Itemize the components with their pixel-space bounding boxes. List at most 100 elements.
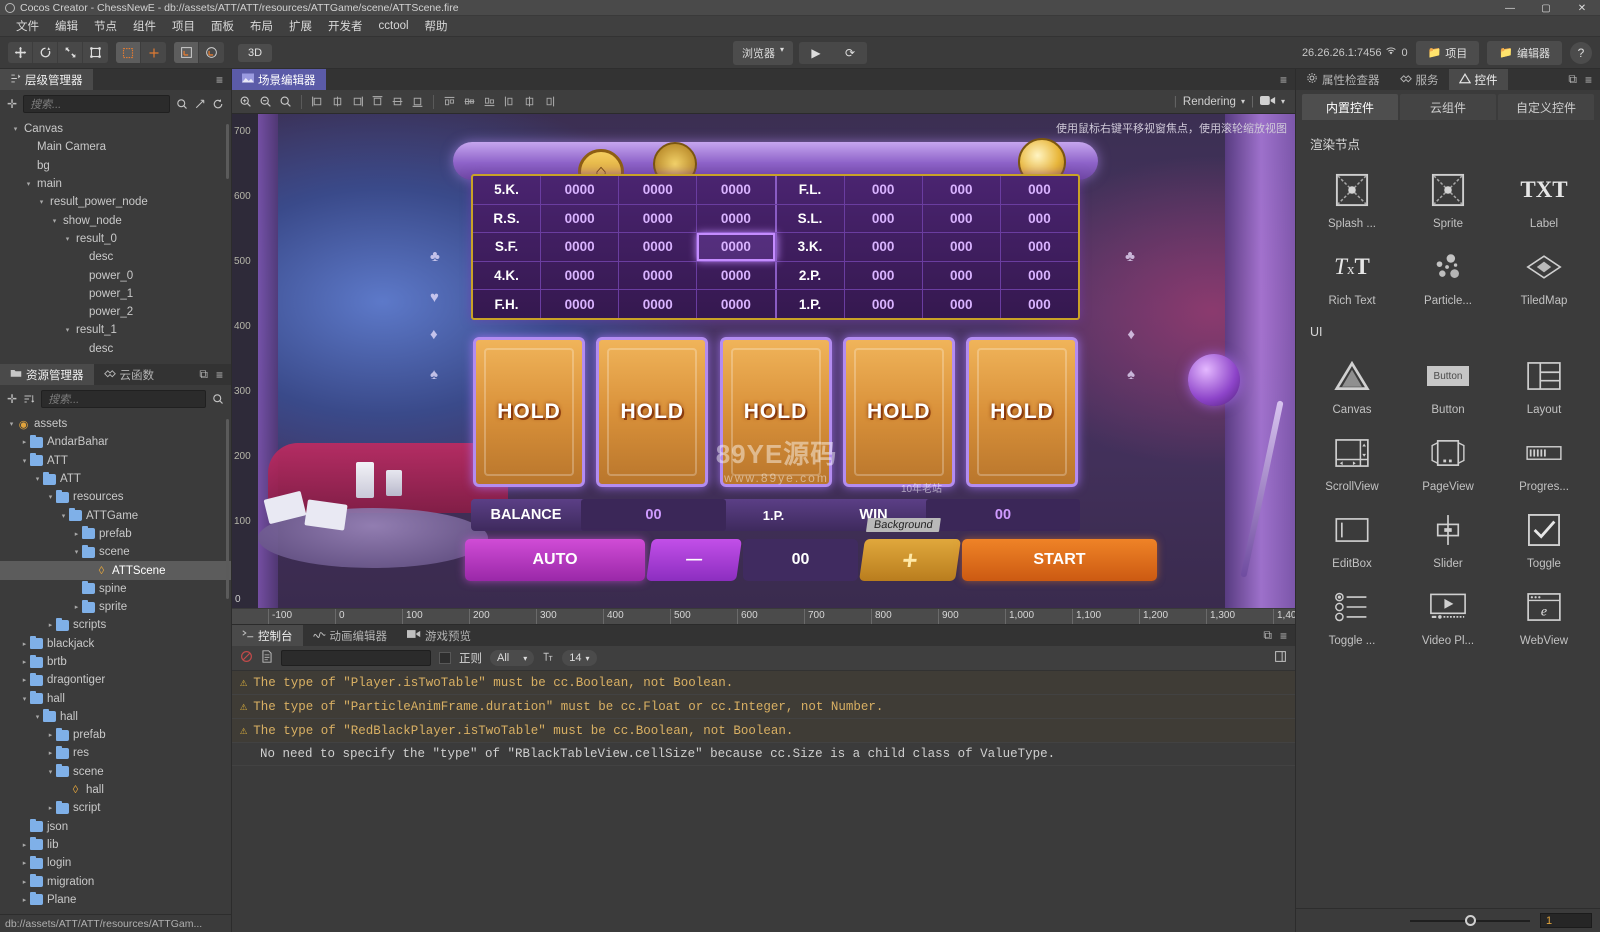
menu-item-8[interactable]: 开发者: [320, 18, 371, 34]
inspector-menu-icon[interactable]: ≡: [1585, 73, 1592, 87]
asset-node[interactable]: ▾◉assets: [0, 415, 231, 433]
align-left-icon[interactable]: [308, 92, 327, 111]
reel-hold-button[interactable]: HOLD: [843, 337, 955, 487]
menu-item-7[interactable]: 扩展: [281, 18, 320, 34]
asset-node[interactable]: ▸prefab: [0, 726, 231, 744]
assets-sync-icon[interactable]: ⧉: [199, 367, 208, 382]
widget-Particle...[interactable]: Particle...: [1400, 240, 1496, 311]
zoom-slider[interactable]: [1410, 915, 1530, 927]
reel-hold-button[interactable]: HOLD: [966, 337, 1078, 487]
auto-button[interactable]: AUTO: [465, 539, 645, 581]
asset-node[interactable]: ▸sprite: [0, 598, 231, 616]
console-menu-icon[interactable]: ≡: [1280, 629, 1287, 643]
chevron-down-icon[interactable]: ▾: [49, 217, 60, 225]
widget-Slider[interactable]: Slider: [1400, 503, 1496, 574]
tab-动画编辑器[interactable]: 动画编辑器: [303, 625, 398, 646]
tab-assets[interactable]: 资源管理器: [0, 364, 94, 385]
hierarchy-menu-icon[interactable]: ≡: [216, 73, 223, 87]
console-log-row[interactable]: No need to specify the "type" of "RBlack…: [232, 743, 1295, 766]
chevron-right-icon[interactable]: ▸: [19, 676, 30, 684]
rotate-tool-button[interactable]: [33, 42, 58, 63]
assets-scrollbar[interactable]: [226, 419, 229, 599]
help-button[interactable]: ?: [1570, 42, 1592, 64]
console-log-row[interactable]: ⚠The type of "Player.isTwoTable" must be…: [232, 671, 1295, 695]
menu-item-3[interactable]: 组件: [125, 18, 164, 34]
asset-node[interactable]: ▾resources: [0, 488, 231, 506]
asset-node[interactable]: ▸scripts: [0, 616, 231, 634]
widget-Toggle ...[interactable]: Toggle ...: [1304, 580, 1400, 651]
widget-Progres...[interactable]: Progres...: [1496, 426, 1592, 497]
menu-item-9[interactable]: cctool: [371, 20, 417, 32]
refresh-button[interactable]: ⟳: [833, 42, 867, 64]
tab-scene-editor[interactable]: 场景编辑器: [232, 69, 326, 90]
asset-node[interactable]: ▸blackjack: [0, 635, 231, 653]
bet-decrease-button[interactable]: —: [646, 539, 742, 581]
rendering-select[interactable]: Rendering ▾: [1183, 96, 1245, 108]
toggle-3d-button[interactable]: 3D: [238, 44, 272, 62]
widget-Video Pl...[interactable]: Video Pl...: [1400, 580, 1496, 651]
chevron-right-icon[interactable]: ▸: [19, 859, 30, 867]
asset-node[interactable]: ▾scene: [0, 543, 231, 561]
locate-icon[interactable]: [194, 98, 206, 110]
menu-item-1[interactable]: 编辑: [47, 18, 86, 34]
chevron-down-icon[interactable]: ▾: [71, 548, 82, 556]
chevron-right-icon[interactable]: ▸: [45, 731, 56, 739]
chevron-right-icon[interactable]: ▸: [19, 640, 30, 648]
scale-tool-button[interactable]: [58, 42, 83, 63]
widget-Layout[interactable]: Layout: [1496, 349, 1592, 420]
reel-hold-button[interactable]: HOLD: [720, 337, 832, 487]
asset-node[interactable]: ▾hall: [0, 708, 231, 726]
widget-WebView[interactable]: eWebView: [1496, 580, 1592, 651]
hierarchy-node[interactable]: ▾Canvas: [0, 120, 231, 138]
asset-node[interactable]: ▸res: [0, 744, 231, 762]
asset-node[interactable]: ▸prefab: [0, 525, 231, 543]
asset-node[interactable]: ▸script: [0, 799, 231, 817]
asset-node[interactable]: ▸json: [0, 818, 231, 836]
clear-console-icon[interactable]: [240, 650, 253, 666]
subtab-内置控件[interactable]: 内置控件: [1302, 94, 1398, 120]
widget-Splash ...[interactable]: Splash ...: [1304, 163, 1400, 234]
tab-控制台[interactable]: 控制台: [232, 625, 303, 646]
widget-TiledMap[interactable]: TiledMap: [1496, 240, 1592, 311]
maximize-button[interactable]: ▢: [1528, 0, 1564, 16]
chevron-right-icon[interactable]: ▸: [71, 603, 82, 611]
asset-node[interactable]: ▸login: [0, 854, 231, 872]
subtab-自定义控件[interactable]: 自定义控件: [1498, 94, 1594, 120]
hierarchy-search-input[interactable]: 搜索...: [23, 95, 170, 113]
global-coordinate-button[interactable]: [199, 42, 224, 63]
search-icon[interactable]: [176, 98, 188, 110]
align-right-icon[interactable]: [348, 92, 367, 111]
tab-属性检查器[interactable]: 属性检查器: [1296, 69, 1390, 90]
widget-PageView[interactable]: PageView: [1400, 426, 1496, 497]
start-button[interactable]: START: [962, 539, 1157, 581]
widget-Toggle[interactable]: Toggle: [1496, 503, 1592, 574]
hierarchy-tree[interactable]: ▾Canvas▸Main Camera▸bg▾main▾result_power…: [0, 118, 231, 364]
widget-Sprite[interactable]: Sprite: [1400, 163, 1496, 234]
hierarchy-node[interactable]: ▸desc: [0, 248, 231, 266]
play-button[interactable]: ▶: [799, 42, 833, 64]
hierarchy-node[interactable]: ▾main: [0, 175, 231, 193]
menu-item-2[interactable]: 节点: [86, 18, 125, 34]
chevron-down-icon[interactable]: ▾: [32, 713, 43, 721]
open-project-button[interactable]: 📁 项目: [1416, 41, 1480, 65]
tab-游戏预览[interactable]: 游戏预览: [397, 625, 481, 646]
move-tool-button[interactable]: [8, 42, 33, 63]
pivot-center-button[interactable]: [116, 42, 141, 63]
chevron-down-icon[interactable]: ▾: [23, 180, 34, 188]
chevron-down-icon[interactable]: ▾: [32, 475, 43, 483]
asset-node[interactable]: ▾hall: [0, 689, 231, 707]
game-scene-preview[interactable]: ♣ ♥ ♦ ♠ ♣ ♦ ♠ ⌂ ≡: [258, 114, 1295, 608]
subtab-云组件[interactable]: 云组件: [1400, 94, 1496, 120]
hierarchy-node[interactable]: ▸power_0: [0, 266, 231, 284]
console-log-row[interactable]: ⚠The type of "ParticleAnimFrame.duration…: [232, 695, 1295, 719]
scene-menu-icon[interactable]: ≡: [1280, 73, 1287, 87]
asset-node[interactable]: ▸dragontiger: [0, 671, 231, 689]
chevron-right-icon[interactable]: ▸: [45, 621, 56, 629]
chevron-down-icon[interactable]: ▾: [45, 493, 56, 501]
hierarchy-node[interactable]: ▾result_0: [0, 230, 231, 248]
search-icon[interactable]: [212, 393, 224, 405]
tab-cloud-functions[interactable]: 云函数: [94, 364, 165, 385]
zoom-fit-icon[interactable]: [276, 92, 295, 111]
tab-服务[interactable]: 服务: [1390, 69, 1449, 90]
close-button[interactable]: ✕: [1564, 0, 1600, 16]
